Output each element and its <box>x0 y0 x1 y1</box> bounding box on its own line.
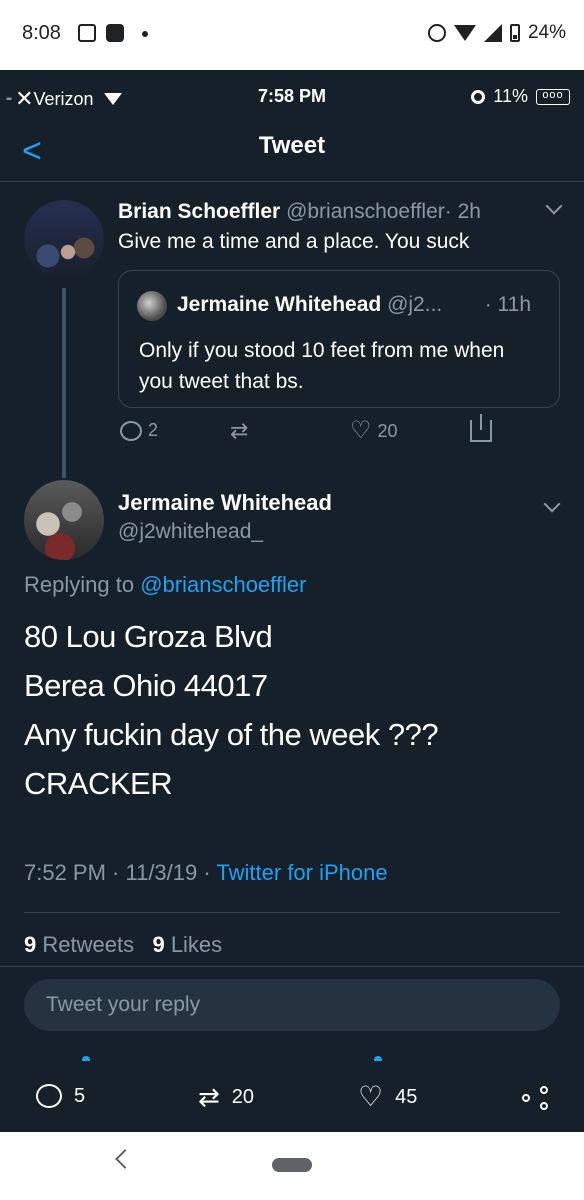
retweet-icon: ⇄ <box>230 418 249 443</box>
device-time: 8:08 <box>22 22 61 44</box>
alarm-icon <box>471 89 486 104</box>
tweet-stats: 9 Retweets 9 Likes <box>24 932 222 958</box>
author-handle: @j2... <box>387 293 443 316</box>
tweet-line: CRACKER <box>24 766 173 801</box>
nav-back-button[interactable] <box>115 1149 135 1169</box>
share-icon <box>470 414 492 442</box>
chevron-down-icon[interactable] <box>543 495 561 513</box>
retweets-stat[interactable]: 9 Retweets <box>24 932 134 957</box>
retweets-count: 9 <box>24 932 37 957</box>
quoted-tweet-author: Jermaine Whitehead @j2... <box>177 293 442 317</box>
author-handle: @brianschoeffler <box>286 200 445 223</box>
android-status-bar: 8:08 24% <box>0 0 584 70</box>
reply-area <box>0 966 584 1046</box>
battery-icon <box>509 24 520 42</box>
alarm-icon <box>427 24 446 42</box>
like-count: 20 <box>377 420 398 441</box>
share-button[interactable] <box>470 414 492 442</box>
retweets-label: Retweets <box>42 932 135 957</box>
author-name: Jermaine Whitehead <box>177 293 382 316</box>
tweet-timestamp: 7:52 PM · 11/3/19 · <box>24 860 211 885</box>
battery-icon: ooo <box>536 88 570 105</box>
tweet-text: 80 Lou Groza Blvd Berea Ohio 44017 Any f… <box>24 612 439 808</box>
retweet-icon: ⇄ <box>198 1082 220 1112</box>
like-button[interactable]: ♡ 45 <box>358 1081 418 1112</box>
image-notification-icon <box>78 24 96 42</box>
tweet-line: Any fuckin day of the week ??? <box>24 717 439 752</box>
reply-icon <box>120 420 142 441</box>
avatar <box>137 291 167 321</box>
tweet-header: < Tweet <box>0 122 584 182</box>
tweet-line: Berea Ohio 44017 <box>24 668 268 703</box>
retweet-count: 20 <box>231 1085 255 1108</box>
reply-icon <box>36 1084 62 1108</box>
likes-stat[interactable]: 9 Likes <box>152 932 222 957</box>
divider <box>24 912 560 913</box>
heart-icon: ♡ <box>350 417 372 444</box>
likes-count: 9 <box>152 932 165 957</box>
avatar[interactable] <box>24 480 104 560</box>
status-icons: 24% <box>427 22 566 44</box>
quoted-tweet-text: Only if you stood 10 feet from me when y… <box>139 339 505 393</box>
reply-count: 2 <box>148 420 159 440</box>
parent-tweet-actions: 2 ⇄ ♡ 20 <box>118 414 560 450</box>
tweet-source-link[interactable]: Twitter for iPhone <box>216 860 387 885</box>
tweet-meta: 7:52 PM · 11/3/19 · Twitter for iPhone <box>24 860 388 886</box>
author-name[interactable]: Jermaine Whitehead <box>118 490 332 516</box>
parent-tweet-text: Give me a time and a place. You suck <box>118 230 470 253</box>
ios-status-bar: ▪▪ ✕ Verizon 7:58 PM 11% ooo <box>0 70 584 122</box>
signal-icon <box>483 24 502 42</box>
replying-to: Replying to @brianschoeffler <box>24 572 306 598</box>
thread-line <box>62 288 66 478</box>
tweet-time: · 2h <box>444 200 481 223</box>
tweet-time: · 11h <box>484 293 531 316</box>
bottom-action-bar: 5 ⇄ 20 ♡ 45 <box>0 1046 584 1132</box>
ios-battery-percent: 11% <box>493 86 528 106</box>
retweet-button[interactable]: ⇄ 20 <box>198 1084 254 1110</box>
retweet-button[interactable]: ⇄ <box>230 420 248 442</box>
reply-button[interactable]: 2 <box>120 420 158 441</box>
share-icon[interactable] <box>522 1086 548 1110</box>
chevron-down-icon[interactable] <box>545 197 563 215</box>
avatar[interactable] <box>24 200 104 280</box>
ios-status-right: 11% ooo <box>471 86 570 107</box>
reply-input[interactable] <box>24 979 560 1031</box>
parent-tweet-author[interactable]: Brian Schoeffler @brianschoeffler· 2h <box>118 200 481 224</box>
more-notifications-icon <box>142 31 148 37</box>
replying-to-link[interactable]: @brianschoeffler <box>140 572 306 597</box>
page-title: Tweet <box>258 132 326 159</box>
indicator-dot <box>374 1056 382 1061</box>
quoted-tweet[interactable]: Jermaine Whitehead @j2... · 11h Only if … <box>118 270 560 408</box>
likes-label: Likes <box>170 932 223 957</box>
nav-home-button[interactable] <box>272 1158 312 1172</box>
message-notification-icon <box>106 24 124 42</box>
like-count: 45 <box>395 1085 418 1108</box>
wifi-icon <box>453 25 476 41</box>
heart-icon: ♡ <box>358 1081 384 1112</box>
author-handle[interactable]: @j2whitehead_ <box>118 520 263 544</box>
replying-prefix: Replying to <box>24 572 135 597</box>
android-nav-bar <box>0 1132 584 1200</box>
battery-percent: 24% <box>527 22 566 43</box>
tweet-line: 80 Lou Groza Blvd <box>24 619 273 654</box>
author-name: Brian Schoeffler <box>118 200 281 223</box>
indicator-dot <box>82 1056 90 1061</box>
reply-count: 5 <box>74 1084 86 1107</box>
reply-button[interactable]: 5 <box>36 1084 85 1108</box>
like-button[interactable]: ♡ 20 <box>350 417 398 444</box>
